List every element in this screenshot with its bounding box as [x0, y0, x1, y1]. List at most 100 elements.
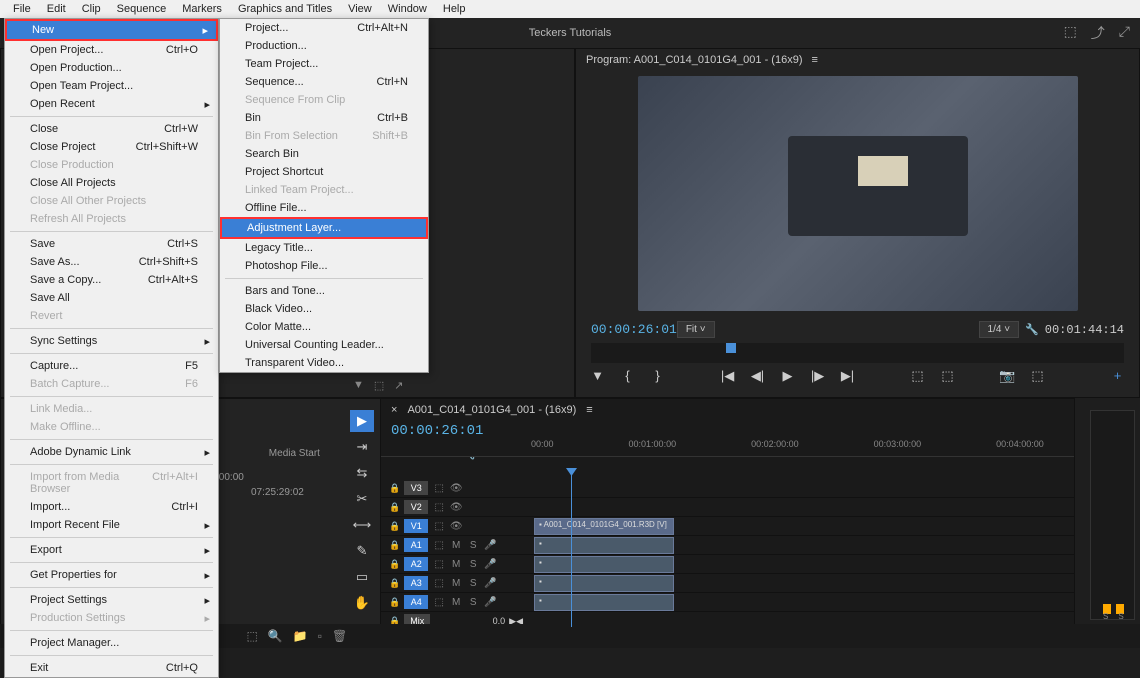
col-media-start[interactable]: Media Start: [269, 448, 320, 459]
file-close-all-projects[interactable]: Close All Projects: [5, 174, 218, 192]
track-a1[interactable]: 🔒A1⬚MS🎤 ▪: [381, 536, 1074, 555]
go-to-in-icon[interactable]: |◀: [718, 368, 738, 384]
play-icon[interactable]: ▶: [778, 368, 798, 384]
export-frame-icon[interactable]: 📷: [998, 368, 1018, 384]
hand-tool-icon[interactable]: ✋: [350, 592, 374, 614]
lift-icon[interactable]: ⬚: [908, 368, 928, 384]
file-close-project[interactable]: Close ProjectCtrl+Shift+W: [5, 138, 218, 156]
menu-markers[interactable]: Markers: [174, 3, 230, 15]
add-marker-icon[interactable]: ▼: [588, 368, 608, 384]
menu-sequence[interactable]: Sequence: [109, 3, 175, 15]
file-import-recent[interactable]: Import Recent File▸: [5, 516, 218, 534]
wrench-icon[interactable]: 🔧: [1025, 323, 1039, 336]
fit-dropdown[interactable]: Fit ˅: [677, 321, 715, 338]
file-capture[interactable]: Capture...F5: [5, 357, 218, 375]
menu-edit[interactable]: Edit: [39, 3, 74, 15]
export-icon[interactable]: ⤴: [1091, 23, 1105, 43]
file-project-manager[interactable]: Project Manager...: [5, 634, 218, 652]
file-open-production[interactable]: Open Production...: [5, 59, 218, 77]
timeline-timecode[interactable]: 00:00:26:01: [381, 421, 493, 441]
step-back-icon[interactable]: ◀|: [748, 368, 768, 384]
timeline-ruler[interactable]: 00:00 00:01:00:00 00:02:00:00 00:03:00:0…: [381, 439, 1074, 457]
audio-clip-a3[interactable]: ▪: [534, 575, 674, 592]
new-adjustment-layer[interactable]: Adjustment Layer...: [220, 217, 428, 239]
track-v1[interactable]: 🔒V1⬚👁 ▪ A001_C014_0101G4_001.R3D [V]: [381, 517, 1074, 536]
new-black-video[interactable]: Black Video...: [220, 300, 428, 318]
video-clip[interactable]: ▪ A001_C014_0101G4_001.R3D [V]: [534, 518, 674, 535]
file-save-copy[interactable]: Save a Copy...Ctrl+Alt+S: [5, 271, 218, 289]
quick-export-icon[interactable]: ⬚: [1064, 23, 1077, 43]
scale-dropdown[interactable]: 1/4 ˅: [979, 321, 1020, 338]
new-item-icon[interactable]: ▫: [318, 629, 322, 643]
menu-view[interactable]: View: [340, 3, 380, 15]
mark-in-icon[interactable]: {: [618, 368, 638, 384]
file-get-properties[interactable]: Get Properties for▸: [5, 566, 218, 584]
file-save-all[interactable]: Save All: [5, 289, 218, 307]
automate-icon[interactable]: ⬚: [247, 629, 258, 643]
ripple-edit-tool-icon[interactable]: ⇆: [350, 462, 374, 484]
program-ruler[interactable]: [591, 343, 1124, 363]
video-preview[interactable]: [638, 76, 1078, 311]
file-project-settings[interactable]: Project Settings▸: [5, 591, 218, 609]
add-button-icon[interactable]: +: [1108, 368, 1128, 384]
new-bars-and-tone[interactable]: Bars and Tone...: [220, 282, 428, 300]
timeline-playhead[interactable]: [571, 474, 572, 628]
sequence-tab[interactable]: A001_C014_0101G4_001 - (16x9): [407, 404, 576, 416]
program-timecode[interactable]: 00:00:26:01: [591, 322, 677, 337]
audio-clip-a4[interactable]: ▪: [534, 594, 674, 611]
new-counting-leader[interactable]: Universal Counting Leader...: [220, 336, 428, 354]
pen-tool-icon[interactable]: ✎: [350, 540, 374, 562]
mark-out-icon[interactable]: }: [648, 368, 668, 384]
new-bin-icon[interactable]: 📁: [293, 629, 308, 643]
track-a2[interactable]: 🔒A2⬚MS🎤 ▪: [381, 555, 1074, 574]
find-icon[interactable]: 🔍: [268, 629, 283, 643]
new-legacy-title[interactable]: Legacy Title...: [220, 239, 428, 257]
selection-tool-icon[interactable]: ▶: [350, 410, 374, 432]
new-color-matte[interactable]: Color Matte...: [220, 318, 428, 336]
share-icon[interactable]: ↗: [394, 379, 403, 393]
track-select-tool-icon[interactable]: ⇥: [350, 436, 374, 458]
file-save[interactable]: SaveCtrl+S: [5, 235, 218, 253]
menu-file[interactable]: File: [5, 3, 39, 15]
go-to-out-icon[interactable]: ▶|: [838, 368, 858, 384]
file-open-project[interactable]: Open Project...Ctrl+O: [5, 41, 218, 59]
new-team-project[interactable]: Team Project...: [220, 55, 428, 73]
file-exit[interactable]: ExitCtrl+Q: [5, 659, 218, 677]
file-open-recent[interactable]: Open Recent▸: [5, 95, 218, 113]
file-open-team-project[interactable]: Open Team Project...: [5, 77, 218, 95]
track-v3[interactable]: 🔒V3⬚👁: [381, 479, 1074, 498]
file-close[interactable]: CloseCtrl+W: [5, 120, 218, 138]
clip-icon[interactable]: ⬚: [374, 379, 384, 393]
fullscreen-icon[interactable]: ⤢: [1119, 23, 1130, 43]
file-import[interactable]: Import...Ctrl+I: [5, 498, 218, 516]
file-save-as[interactable]: Save As...Ctrl+Shift+S: [5, 253, 218, 271]
audio-clip-a1[interactable]: ▪: [534, 537, 674, 554]
step-forward-icon[interactable]: |▶: [808, 368, 828, 384]
razor-tool-icon[interactable]: ✂: [350, 488, 374, 510]
new-project[interactable]: Project...Ctrl+Alt+N: [220, 19, 428, 37]
track-a3[interactable]: 🔒A3⬚MS🎤 ▪: [381, 574, 1074, 593]
new-offline-file[interactable]: Offline File...: [220, 199, 428, 217]
new-search-bin[interactable]: Search Bin: [220, 145, 428, 163]
file-sync-settings[interactable]: Sync Settings▸: [5, 332, 218, 350]
filter-icon[interactable]: ▼: [353, 379, 364, 393]
slip-tool-icon[interactable]: ⟷: [350, 514, 374, 536]
menu-graphics[interactable]: Graphics and Titles: [230, 3, 340, 15]
file-export[interactable]: Export▸: [5, 541, 218, 559]
playhead-marker[interactable]: [726, 343, 736, 353]
file-dynamic-link[interactable]: Adobe Dynamic Link▸: [5, 443, 218, 461]
track-a4[interactable]: 🔒A4⬚MS🎤 ▪: [381, 593, 1074, 612]
menu-help[interactable]: Help: [435, 3, 474, 15]
new-bin[interactable]: BinCtrl+B: [220, 109, 428, 127]
new-photoshop-file[interactable]: Photoshop File...: [220, 257, 428, 275]
new-sequence[interactable]: Sequence...Ctrl+N: [220, 73, 428, 91]
file-new[interactable]: New▸: [5, 19, 218, 41]
audio-clip-a2[interactable]: ▪: [534, 556, 674, 573]
new-project-shortcut[interactable]: Project Shortcut: [220, 163, 428, 181]
menu-window[interactable]: Window: [380, 3, 435, 15]
new-transparent-video[interactable]: Transparent Video...: [220, 354, 428, 372]
rectangle-tool-icon[interactable]: ▭: [350, 566, 374, 588]
clear-icon[interactable]: 🗑: [332, 629, 347, 643]
menu-clip[interactable]: Clip: [74, 3, 109, 15]
extract-icon[interactable]: ⬚: [938, 368, 958, 384]
